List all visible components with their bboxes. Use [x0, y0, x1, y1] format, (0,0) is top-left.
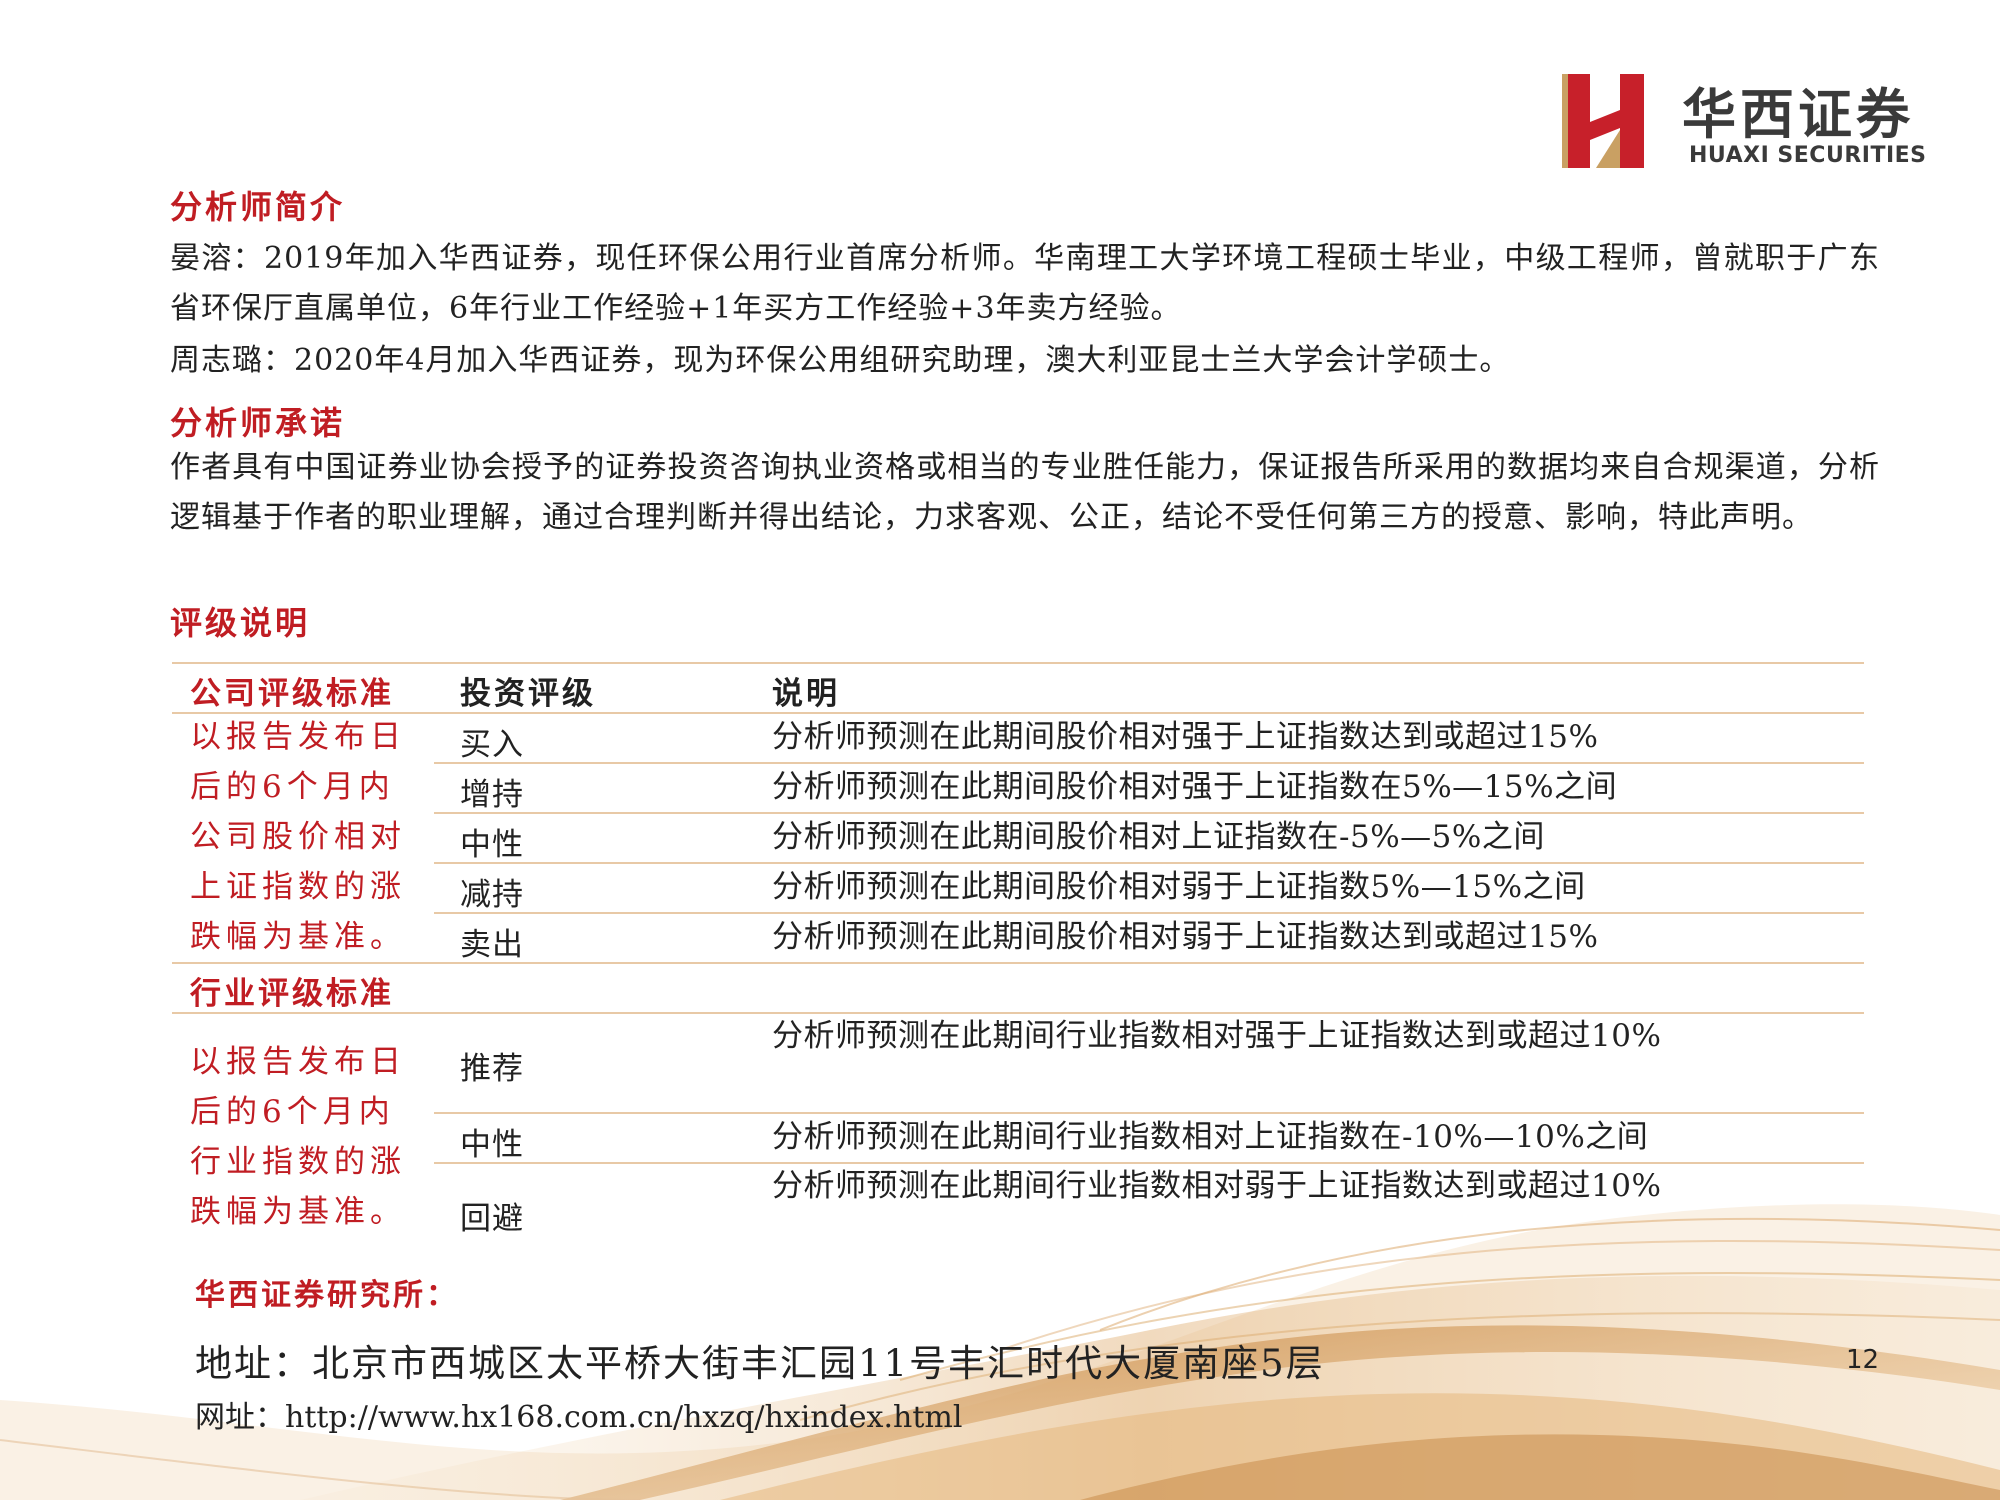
rating-buy-desc: 分析师预测在此期间股价相对强于上证指数达到或超过15% [772, 719, 1599, 755]
huaxi-h-mark-icon [1562, 74, 1644, 168]
analyst-bio-yan: 晏溶：2019年加入华西证券，现任环保公用行业首席分析师。华南理工大学环境工程硕… [170, 241, 1880, 326]
header-industry-standard: 行业评级标准 [190, 976, 394, 1012]
rating-overweight-desc: 分析师预测在此期间股价相对强于上证指数在5%—15%之间 [772, 769, 1618, 805]
rating-buy: 买入 [460, 727, 524, 763]
research-institute-label: 华西证券研究所： [195, 1278, 459, 1313]
rating-neutral-desc: 分析师预测在此期间股价相对上证指数在-5%—5%之间 [772, 819, 1545, 855]
analyst-intro-paragraph-1: 晏溶：2019年加入华西证券，现任环保公用行业首席分析师。华南理工大学环境工程硕… [170, 234, 1880, 334]
table-rule [172, 962, 1864, 964]
industry-rating-neutral: 中性 [460, 1127, 524, 1163]
analyst-bio-zhou: 周志璐：2020年4月加入华西证券，现为环保公用组研究助理，澳大利亚昆士兰大学会… [170, 343, 1511, 378]
analyst-intro-heading: 分析师简介 [170, 188, 346, 226]
company-standard-text: 以报告发布日后的6个月内公司股价相对上证指数的涨跌幅为基准。 [190, 719, 406, 955]
report-page: 华西证券 HUAXI SECURITIES 分析师简介 晏溶：2019年加入华西… [0, 0, 2000, 1500]
header-description: 说明 [772, 676, 840, 712]
rating-recommend: 推荐 [460, 1051, 524, 1087]
website-line[interactable]: 网址：http://www.hx168.com.cn/hxzq/hxindex.… [195, 1392, 962, 1436]
table-rule [172, 662, 1864, 664]
header-investment-rating: 投资评级 [460, 676, 596, 712]
analyst-commitment-text: 作者具有中国证券业协会授予的证券投资咨询执业资格或相当的专业胜任能力，保证报告所… [170, 450, 1880, 535]
rating-underweight: 减持 [460, 877, 524, 913]
industry-rating-neutral-desc: 分析师预测在此期间行业指数相对上证指数在-10%—10%之间 [772, 1119, 1649, 1155]
analyst-intro-paragraph-2: 周志璐：2020年4月加入华西证券，现为环保公用组研究助理，澳大利亚昆士兰大学会… [170, 336, 1880, 386]
header-company-standard: 公司评级标准 [190, 676, 394, 712]
analyst-commitment-heading: 分析师承诺 [170, 404, 346, 442]
rating-sell: 卖出 [460, 927, 524, 963]
rating-overweight: 增持 [460, 777, 524, 813]
rating-avoid: 回避 [460, 1201, 524, 1237]
logo-name-english: HUAXI SECURITIES [1689, 143, 1927, 168]
rating-neutral: 中性 [460, 827, 524, 863]
rating-sell-desc: 分析师预测在此期间股价相对弱于上证指数达到或超过15% [772, 919, 1599, 955]
address-line: 地址：北京市西城区太平桥大街丰汇园11号丰汇时代大厦南座5层 [195, 1342, 1325, 1385]
rating-recommend-desc: 分析师预测在此期间行业指数相对强于上证指数达到或超过10% [772, 1018, 1662, 1054]
rating-underweight-desc: 分析师预测在此期间股价相对弱于上证指数5%—15%之间 [772, 869, 1586, 905]
industry-standard-text: 以报告发布日后的6个月内行业指数的涨跌幅为基准。 [190, 1044, 406, 1230]
page-number: 12 [1846, 1345, 1880, 1375]
rating-avoid-desc: 分析师预测在此期间行业指数相对弱于上证指数达到或超过10% [772, 1168, 1662, 1204]
logo-name-chinese: 华西证券 [1682, 83, 1914, 146]
huaxi-logo: 华西证券 HUAXI SECURITIES [1558, 70, 1958, 180]
rating-explanation-heading: 评级说明 [170, 604, 311, 642]
